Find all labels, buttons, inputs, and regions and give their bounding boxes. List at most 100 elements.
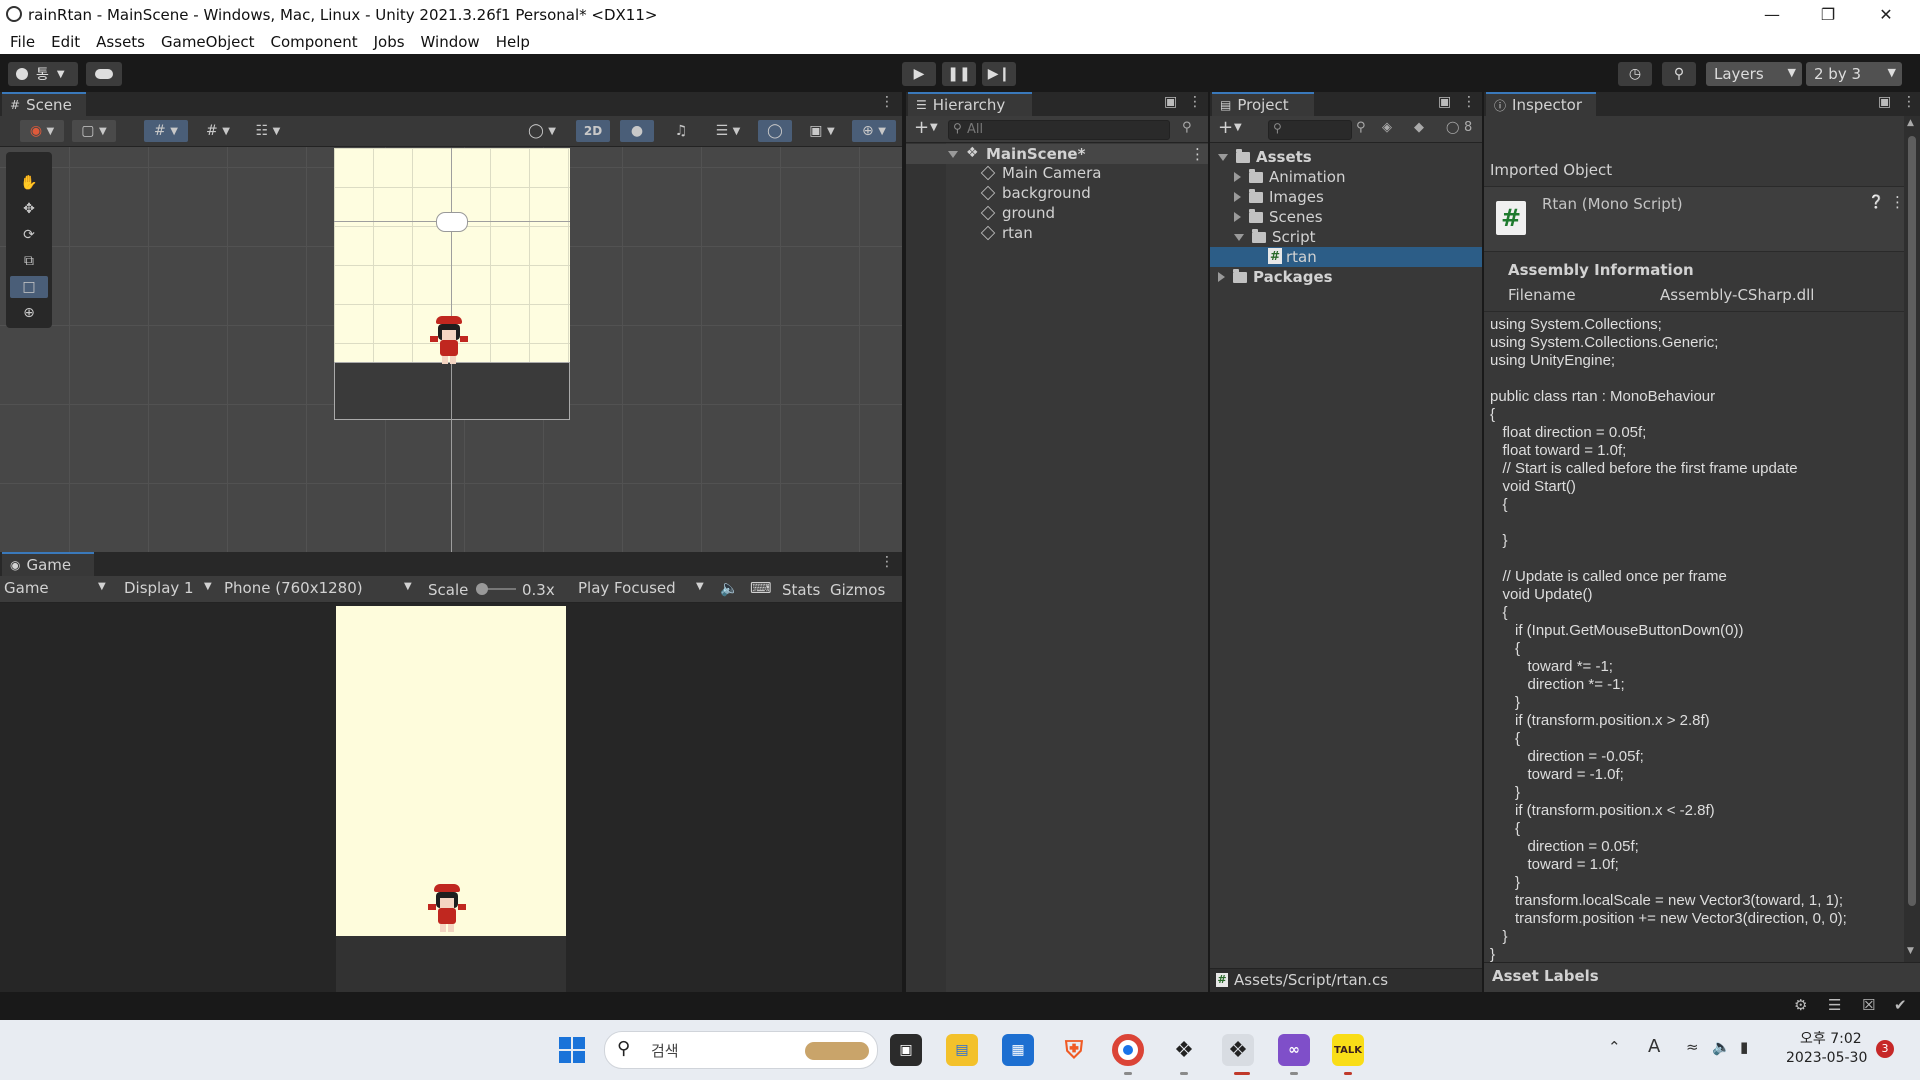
project-file-rtan[interactable]: # rtan	[1210, 247, 1482, 267]
display-dropdown[interactable]: Display 1 ▼	[124, 579, 216, 597]
layers-dropdown[interactable]: Layers ▼	[1706, 62, 1802, 86]
file-explorer-icon[interactable]: ▤	[946, 1034, 978, 1066]
search-filter-icon[interactable]: ⚲	[1182, 120, 1192, 135]
help-icon[interactable]: ❔	[1868, 195, 1884, 210]
more-icon[interactable]: ⋮	[880, 94, 894, 110]
pause-button[interactable]: ❚❚	[942, 62, 976, 86]
more-icon[interactable]: ⋮	[1188, 94, 1202, 110]
camera-gizmo-icon[interactable]	[436, 212, 468, 232]
scale-tool[interactable]: ⧉	[10, 250, 48, 272]
rect-tool[interactable]: □	[10, 276, 48, 298]
check-icon[interactable]: ✔	[1894, 996, 1907, 1014]
brave-browser-icon[interactable]: ⛨	[1058, 1034, 1090, 1066]
unity-hub-icon[interactable]: ❖	[1168, 1034, 1200, 1066]
project-search[interactable]: ⚲	[1268, 120, 1352, 140]
transform-tool[interactable]: ⊕	[10, 302, 48, 324]
undo-history-button[interactable]: ◷	[1618, 62, 1652, 86]
scene-ground-sprite[interactable]	[334, 362, 570, 420]
project-assets-root[interactable]: Assets	[1218, 148, 1312, 166]
tab-hierarchy[interactable]: ☰ Hierarchy	[908, 92, 1032, 116]
lock-icon[interactable]: ▣	[1878, 94, 1891, 110]
kakaotalk-icon[interactable]: TALK	[1332, 1034, 1364, 1066]
tab-game[interactable]: ◉ Game	[2, 552, 94, 576]
project-folder-scenes[interactable]: Scenes	[1234, 208, 1323, 226]
lock-icon[interactable]: ▣	[1164, 94, 1177, 110]
lighting-toggle[interactable]: ●	[620, 120, 654, 142]
minimize-icon[interactable]: —	[1744, 0, 1800, 29]
cloud-button[interactable]	[86, 62, 122, 86]
task-view-icon[interactable]: ▣	[890, 1034, 922, 1066]
expand-icon[interactable]	[948, 151, 958, 158]
lock-icon[interactable]: ▣	[1438, 94, 1451, 110]
step-button[interactable]: ▶❙	[982, 62, 1016, 86]
tag-icon[interactable]: ◆	[1414, 120, 1424, 135]
increment-snap-dropdown[interactable]: # ▼	[196, 120, 240, 142]
chevron-down-icon[interactable]: ▼	[1234, 122, 1242, 133]
rotate-tool[interactable]: ⟳	[10, 224, 48, 246]
scale-slider-handle[interactable]	[476, 583, 488, 595]
scene-visibility-toggle[interactable]: ◯	[758, 120, 792, 142]
draw-mode-dropdown[interactable]: ◉ ▼	[20, 120, 64, 142]
microsoft-store-icon[interactable]: ▦	[1002, 1034, 1034, 1066]
menu-file[interactable]: File	[10, 33, 35, 51]
inspector-scrollbar[interactable]: ▲ ▼	[1904, 116, 1920, 962]
resolution-dropdown[interactable]: Phone (760x1280) ▼	[224, 579, 416, 597]
align-dropdown[interactable]: ☷ ▼	[246, 120, 290, 142]
visual-studio-icon[interactable]: ∞	[1278, 1034, 1310, 1066]
more-icon[interactable]: ⋮	[1462, 94, 1476, 110]
tab-scene[interactable]: # Scene	[2, 92, 86, 116]
gizmos-button[interactable]: Gizmos	[830, 581, 885, 599]
menu-jobs[interactable]: Jobs	[374, 33, 405, 51]
mute-audio-icon[interactable]: 🔈	[720, 579, 739, 597]
project-folder-animation[interactable]: Animation	[1234, 168, 1345, 186]
restore-icon[interactable]: ❐	[1800, 0, 1856, 29]
add-icon[interactable]: +	[1218, 117, 1233, 138]
camera-dropdown[interactable]: ▣ ▼	[800, 120, 844, 142]
wifi-icon[interactable]: ≈	[1686, 1038, 1699, 1056]
start-button[interactable]	[556, 1034, 588, 1066]
battery-icon[interactable]: ▮	[1740, 1038, 1748, 1056]
more-icon[interactable]: ⋮	[1902, 94, 1916, 110]
filter-by-label-icon[interactable]: ◈	[1382, 120, 1392, 135]
search-by-type-icon[interactable]: ⚲	[1356, 120, 1366, 135]
taskbar-search[interactable]: ⚲ 검색	[604, 1031, 878, 1069]
stats-button[interactable]: Stats	[782, 581, 820, 599]
scene-rtan-sprite[interactable]	[430, 316, 470, 366]
chevron-down-icon[interactable]: ▼	[930, 122, 938, 133]
cache-icon[interactable]: ☰	[1828, 996, 1841, 1014]
shading-dropdown[interactable]: ▢ ▼	[72, 120, 116, 142]
clock-time[interactable]: 오후 7:02	[1800, 1028, 1862, 1048]
show-hidden-icons-icon[interactable]: ⌃	[1608, 1038, 1621, 1056]
gizmos-dropdown[interactable]: ⊕ ▼	[852, 120, 896, 142]
notification-badge[interactable]: 3	[1876, 1040, 1894, 1058]
play-focused-dropdown[interactable]: Play Focused ▼	[578, 579, 708, 597]
chrome-icon[interactable]	[1112, 1034, 1144, 1066]
close-icon[interactable]: ✕	[1858, 0, 1914, 29]
network-off-icon[interactable]: ☒	[1862, 996, 1875, 1014]
add-icon[interactable]: +	[914, 117, 929, 138]
hierarchy-item-background[interactable]: background	[980, 184, 1091, 202]
hidden-packages-icon[interactable]: ◯	[1446, 120, 1459, 134]
unity-editor-icon[interactable]: ❖	[1222, 1034, 1254, 1066]
ime-indicator[interactable]: A	[1648, 1036, 1660, 1057]
menu-assets[interactable]: Assets	[96, 33, 145, 51]
hierarchy-scene-row[interactable]: ❖ MainScene* ⋮	[906, 144, 1208, 164]
menu-help[interactable]: Help	[496, 33, 530, 51]
scroll-up-icon[interactable]: ▲	[1907, 118, 1914, 128]
project-folder-script[interactable]: Script	[1234, 228, 1316, 246]
more-icon[interactable]: ⋮	[1190, 145, 1205, 163]
project-folder-images[interactable]: Images	[1234, 188, 1324, 206]
account-dropdown[interactable]: 통 ▼	[8, 62, 78, 86]
game-view-dropdown[interactable]: Game ▼	[4, 579, 108, 597]
move-tool[interactable]: ✥	[10, 198, 48, 220]
menu-component[interactable]: Component	[271, 33, 358, 51]
grid-snap-dropdown[interactable]: # ▼	[144, 120, 188, 142]
menu-window[interactable]: Window	[421, 33, 480, 51]
inspector-scroll-thumb[interactable]	[1908, 136, 1916, 906]
menu-edit[interactable]: Edit	[51, 33, 80, 51]
asset-labels-bar[interactable]: Asset Labels	[1484, 962, 1920, 993]
layout-dropdown[interactable]: 2 by 3 ▼	[1806, 62, 1902, 86]
search-button[interactable]: ⚲	[1662, 62, 1696, 86]
project-packages-root[interactable]: Packages	[1218, 268, 1333, 286]
tab-inspector[interactable]: ⓘ Inspector	[1486, 92, 1596, 116]
